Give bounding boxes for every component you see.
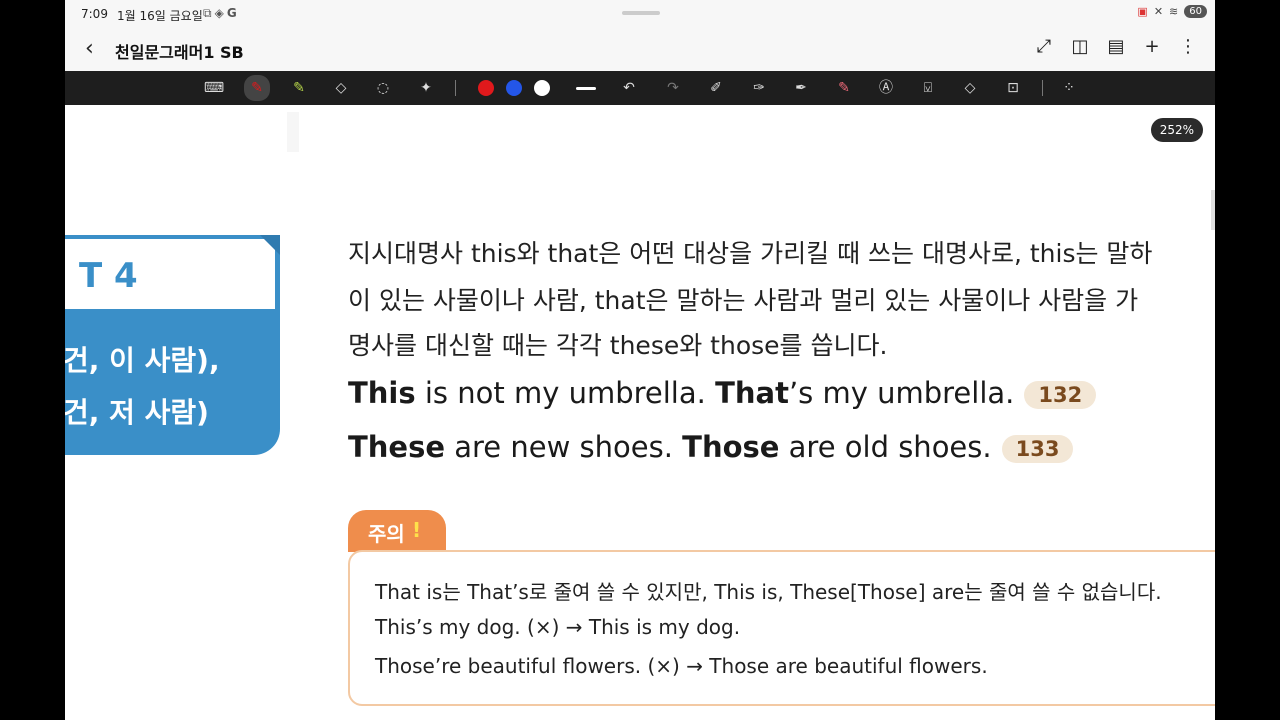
explanation-line-1: 지시대명사 this와 that은 어떤 대상을 가리킬 때 쓰는 대명사로, … (348, 239, 1153, 268)
section-card: T 4 건, 이 사람), 건, 저 사람) (65, 235, 280, 455)
status-date: 1월 16일 금요일 (117, 9, 203, 23)
battery-badge: 60 (1184, 5, 1207, 18)
caution-line-2: This’s my dog. (×) → This is my dog. (375, 615, 741, 639)
title-bar: ‹ 천일문그래머1 SB ⤢ ◫ ▤ + ⋮ (65, 28, 1215, 71)
shape-pen-icon[interactable]: ✑ (748, 77, 770, 99)
document-title: 천일문그래머1 SB (115, 43, 244, 62)
scan-artifact (287, 112, 299, 152)
lock-icon[interactable]: ⊡ (1002, 77, 1024, 99)
example-number-badge[interactable]: 133 (1001, 435, 1074, 463)
multitask-handle[interactable] (622, 11, 660, 15)
more-tools-icon[interactable]: ⁘ (1058, 77, 1080, 99)
mute-icon: ✕ (1153, 5, 1164, 18)
cast-icon: ▣ (1137, 5, 1148, 18)
toolbar-divider (1042, 80, 1043, 96)
zoom-indicator: 252% (1150, 118, 1203, 142)
page-edit-icon[interactable]: ▤ (1107, 36, 1125, 57)
pen-settings-icon[interactable]: ✐ (705, 77, 727, 99)
redo-icon[interactable]: ↷ (662, 77, 684, 99)
example-text: are old shoes. (779, 430, 992, 464)
marker-icon[interactable]: ✎ (833, 77, 855, 99)
caution-tab: 주의 ! (348, 510, 446, 552)
lasso-icon[interactable]: ◌ (372, 77, 394, 99)
expand-icon[interactable]: ⤢ (1035, 36, 1053, 57)
toolbar-divider (455, 80, 456, 96)
more-icon[interactable]: ⋮ (1179, 36, 1197, 57)
status-time: 7:09 (81, 7, 108, 21)
title-actions: ⤢ ◫ ▤ + ⋮ (1035, 36, 1197, 57)
caution-line-3: Those’re beautiful flowers. (×) → Those … (375, 654, 988, 678)
section-number: T 4 (79, 256, 138, 296)
explanation-line-3: 명사를 대신할 때는 각각 these와 those를 씁니다. (348, 331, 888, 360)
tablet-screen: 7:09 1월 16일 금요일 ⧉◈G ▣ ✕ ≋ 60 ‹ 천일문그래머1 S… (65, 0, 1215, 720)
text-box-icon[interactable]: ⍌ (917, 77, 939, 99)
example-text: are new shoes. (445, 430, 683, 464)
red-color-swatch[interactable] (478, 80, 494, 96)
card-line-2: 건, 저 사람) (65, 396, 209, 429)
text-a-icon[interactable]: Ⓐ (875, 77, 897, 99)
highlighter-icon[interactable]: ✎ (288, 77, 310, 99)
eraser-icon[interactable]: ◇ (330, 77, 352, 99)
example-sentence-2: These are new shoes. Those are old shoes… (348, 430, 1074, 464)
card-header: T 4 (65, 239, 275, 309)
caution-line-1: That is는 That’s로 줄여 쓸 수 있지만, This is, Th… (375, 580, 1162, 604)
explanation-line-2: 이 있는 사물이나 사람, that은 말하는 사람과 멀리 있는 사물이나 사… (348, 286, 1139, 315)
book-icon[interactable]: ◫ (1071, 36, 1089, 57)
undo-icon[interactable]: ↶ (618, 77, 640, 99)
white-color-swatch[interactable] (534, 80, 550, 96)
pen-icon[interactable]: ✎ (244, 75, 270, 101)
example-bold: That (715, 376, 789, 410)
pen-toolbar: ⌨ ✎ ✎ ◇ ◌ ✦ ↶ ↷ ✐ ✑ ✒ ✎ Ⓐ ⍌ ◇ ⊡ ⁘ (65, 71, 1215, 105)
stroke-width-icon[interactable] (576, 87, 596, 90)
example-number-badge[interactable]: 132 (1024, 381, 1097, 409)
example-bold: This (348, 376, 416, 410)
status-bar: 7:09 1월 16일 금요일 ⧉◈G ▣ ✕ ≋ 60 (65, 0, 1215, 28)
keyboard-icon[interactable]: ⌨ (203, 77, 225, 99)
caution-box: That is는 That’s로 줄여 쓸 수 있지만, This is, Th… (348, 550, 1215, 706)
side-panel-handle[interactable] (1211, 190, 1215, 230)
magic-icon[interactable]: ✦ (415, 77, 437, 99)
example-text: is not my umbrella. (415, 376, 716, 410)
text-pen-icon[interactable]: ✒ (790, 77, 812, 99)
wifi-icon: ≋ (1169, 5, 1179, 18)
status-right: ▣ ✕ ≋ 60 (1137, 5, 1207, 18)
blue-color-swatch[interactable] (506, 80, 522, 96)
card-corner (260, 235, 280, 255)
caution-label: 주의 (368, 522, 405, 546)
example-sentence-1: This is not my umbrella. That’s my umbre… (348, 376, 1097, 410)
card-line-1: 건, 이 사람), (65, 344, 220, 377)
example-bold: These (348, 430, 446, 464)
example-text: ’s my umbrella. (788, 376, 1015, 410)
exclamation-icon: ! (412, 518, 422, 542)
plus-icon[interactable]: + (1143, 36, 1161, 57)
g-icon: G (226, 6, 240, 20)
back-icon[interactable]: ‹ (85, 36, 94, 61)
diamond-icon: ◈ (214, 6, 227, 20)
screen-icon: ⧉ (203, 6, 215, 20)
notification-icons: ⧉◈G (203, 6, 240, 21)
example-bold: Those (682, 430, 780, 464)
shape-icon[interactable]: ◇ (959, 77, 981, 99)
